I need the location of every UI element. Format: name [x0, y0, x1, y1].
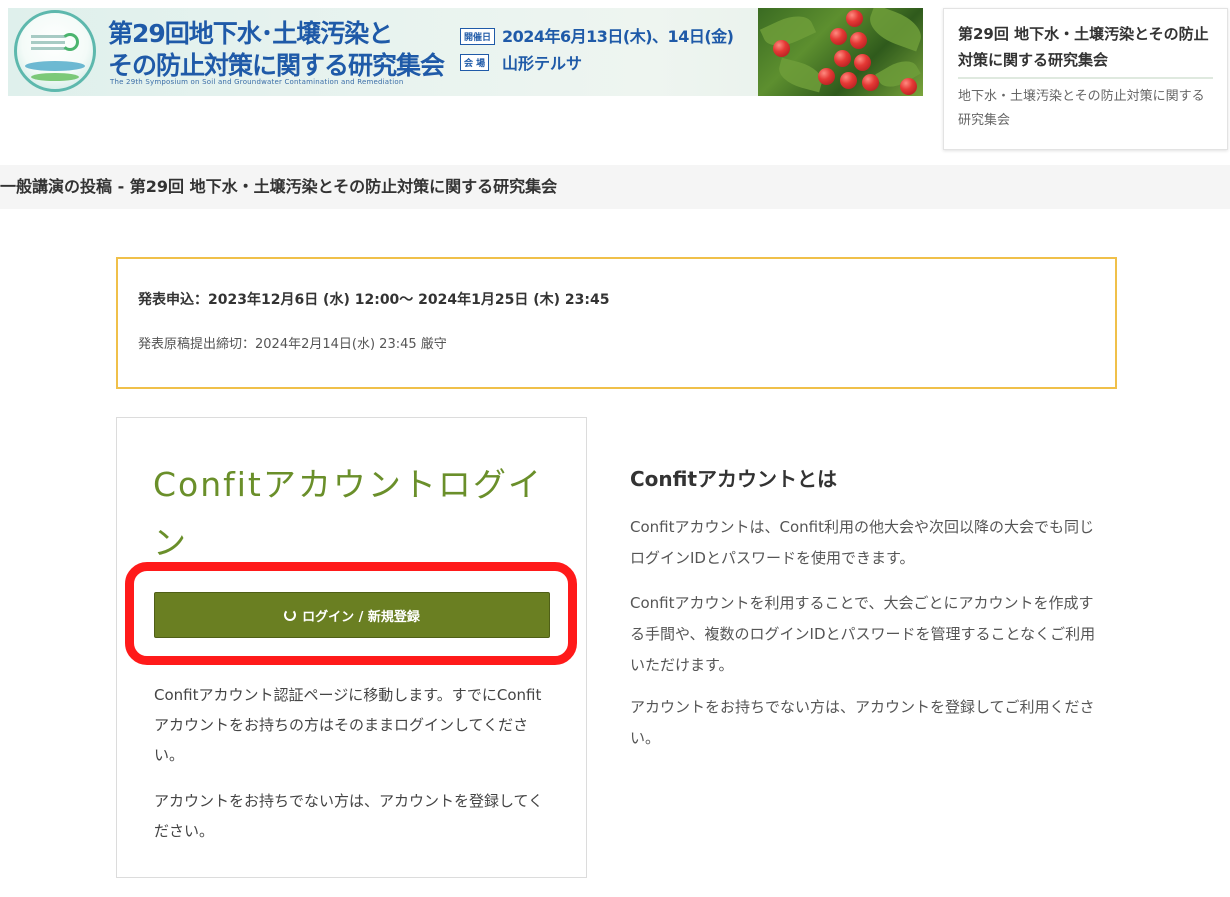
cherry-photo [758, 8, 923, 96]
banner-title-line2: その防止対策に関する研究集会 [108, 51, 445, 80]
banner-venue: 山形テルサ [502, 54, 583, 73]
refresh-icon [284, 609, 297, 621]
login-register-button[interactable]: ログイン / 新規登録 [154, 592, 550, 638]
about-title: Confitアカウントとは [630, 467, 838, 491]
venue-tag: 会 場 [460, 54, 490, 71]
symposium-logo [14, 10, 96, 92]
banner-title-line1: 第29回地下水･土壌汚染と [108, 19, 393, 48]
login-button-label: ログイン / 新規登録 [302, 609, 420, 625]
about-paragraph-1: Confitアカウントは、Confit利用の他大会や次回以降の大会でも同じログイ… [630, 518, 1094, 567]
date-tag: 開催日 [460, 28, 496, 45]
about-paragraph-2: Confitアカウントを利用することで、大会ごとにアカウントを作成する手間や、複… [630, 594, 1096, 674]
event-description: 地下水・土壌汚染とその防止対策に関する研究集会 [958, 89, 1205, 128]
deadline-notice: 発表申込：2023年12月6日 (水) 12:00～ 2024年1月25日 (木… [116, 257, 1117, 389]
login-description: Confitアカウント認証ページに移動します。すでにConfitアカウントをお持… [154, 686, 542, 764]
event-title: 第29回 地下水・土壌汚染とその防止対策に関する研究集会 [958, 21, 1213, 79]
event-banner[interactable]: 第29回地下水･土壌汚染と その防止対策に関する研究集会 The 29th Sy… [8, 8, 923, 96]
application-period: 発表申込：2023年12月6日 (水) 12:00～ 2024年1月25日 (木… [138, 292, 610, 308]
banner-date: 2024年6月13日(木)、14日(金) [502, 27, 734, 46]
manuscript-deadline: 発表原稿提出締切：2024年2月14日(水) 23:45 厳守 [138, 337, 447, 352]
register-description: アカウントをお持ちでない方は、アカウントを登録してください。 [154, 792, 544, 840]
event-info-card[interactable]: 第29回 地下水・土壌汚染とその防止対策に関する研究集会 地下水・土壌汚染とその… [943, 8, 1228, 150]
page-title: 一般講演の投稿 - 第29回 地下水・土壌汚染とその防止対策に関する研究集会 [0, 165, 1230, 209]
login-card-title: Confitアカウントログイン [153, 465, 543, 562]
login-card: Confitアカウントログイン ログイン / 新規登録 Confitアカウント認… [116, 417, 587, 878]
about-paragraph-3: アカウントをお持ちでない方は、アカウントを登録してご利用ください。 [630, 698, 1095, 747]
banner-subtitle-en: The 29th Symposium on Soil and Groundwat… [110, 78, 404, 86]
